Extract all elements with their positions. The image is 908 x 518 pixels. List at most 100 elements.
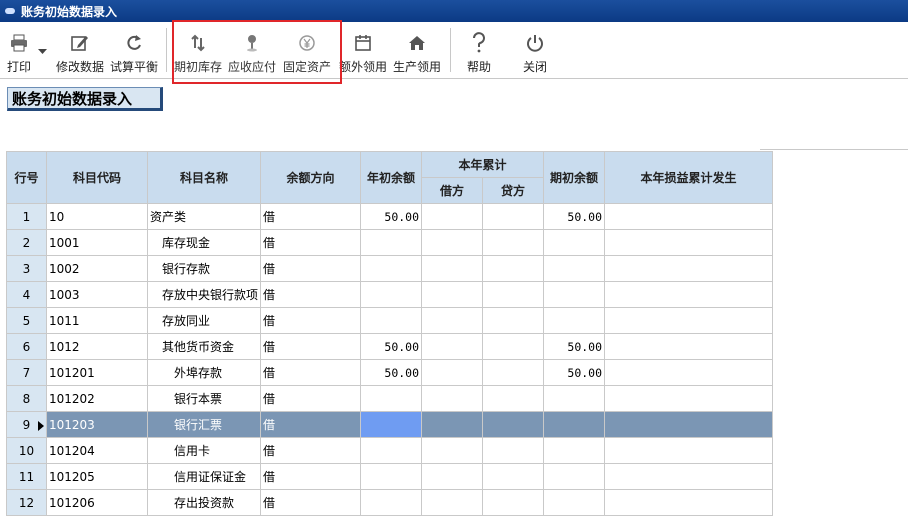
name-cell[interactable]: 银行存款 bbox=[146, 255, 262, 282]
direction-cell[interactable]: 借 bbox=[260, 463, 362, 490]
period-opening-cell[interactable] bbox=[543, 411, 606, 438]
name-cell[interactable]: 外埠存款 bbox=[146, 359, 262, 386]
debit-cell[interactable] bbox=[421, 281, 484, 308]
trial-balance-button[interactable]: 试算平衡 bbox=[108, 22, 160, 78]
col-header-direction[interactable]: 余额方向 bbox=[260, 151, 362, 204]
table-row[interactable]: 2 1001 库存现金 借 bbox=[6, 229, 774, 256]
table-row[interactable]: 1 10 资产类 借 50.00 50.00 bbox=[6, 203, 774, 230]
period-opening-cell[interactable] bbox=[543, 255, 606, 282]
code-cell[interactable]: 101201 bbox=[46, 359, 148, 386]
name-cell[interactable]: 存放同业 bbox=[146, 307, 262, 334]
row-number-cell[interactable]: 4 bbox=[6, 281, 47, 308]
pl-ytd-cell[interactable] bbox=[604, 463, 774, 490]
pl-ytd-cell[interactable] bbox=[604, 229, 774, 256]
opening-cell[interactable] bbox=[360, 489, 423, 516]
credit-cell[interactable] bbox=[482, 333, 545, 360]
pl-ytd-cell[interactable] bbox=[604, 255, 774, 282]
code-cell[interactable]: 101206 bbox=[46, 489, 148, 516]
direction-cell[interactable]: 借 bbox=[260, 385, 362, 412]
row-number-cell[interactable]: 9 bbox=[6, 411, 47, 438]
code-cell[interactable]: 101203 bbox=[46, 411, 148, 438]
row-number-cell[interactable]: 6 bbox=[6, 333, 47, 360]
extra-use-button[interactable]: 额外领用 bbox=[337, 22, 389, 78]
direction-cell[interactable]: 借 bbox=[260, 359, 362, 386]
credit-cell[interactable] bbox=[482, 463, 545, 490]
credit-cell[interactable] bbox=[482, 437, 545, 464]
table-row[interactable]: 7 101201 外埠存款 借 50.00 50.00 bbox=[6, 359, 774, 386]
opening-cell[interactable] bbox=[360, 411, 423, 438]
row-number-cell[interactable]: 3 bbox=[6, 255, 47, 282]
period-opening-cell[interactable] bbox=[543, 489, 606, 516]
table-row[interactable]: 11 101205 信用证保证金 借 bbox=[6, 463, 774, 490]
table-row[interactable]: 6 1012 其他货币资金 借 50.00 50.00 bbox=[6, 333, 774, 360]
row-number-cell[interactable]: 12 bbox=[6, 489, 47, 516]
edit-data-button[interactable]: 修改数据 bbox=[54, 22, 106, 78]
opening-cell[interactable] bbox=[360, 307, 423, 334]
period-opening-cell[interactable] bbox=[543, 307, 606, 334]
production-use-button[interactable]: 生产领用 bbox=[390, 22, 444, 78]
period-opening-cell[interactable] bbox=[543, 463, 606, 490]
name-cell[interactable]: 其他货币资金 bbox=[146, 333, 262, 360]
name-cell[interactable]: 银行本票 bbox=[146, 385, 262, 412]
table-row[interactable]: 10 101204 信用卡 借 bbox=[6, 437, 774, 464]
credit-cell[interactable] bbox=[482, 489, 545, 516]
name-cell[interactable]: 库存现金 bbox=[146, 229, 262, 256]
direction-cell[interactable]: 借 bbox=[260, 307, 362, 334]
direction-cell[interactable]: 借 bbox=[260, 489, 362, 516]
credit-cell[interactable] bbox=[482, 281, 545, 308]
period-opening-cell[interactable]: 50.00 bbox=[543, 203, 606, 230]
row-number-cell[interactable]: 11 bbox=[6, 463, 47, 490]
col-header-period-opening[interactable]: 期初余额 bbox=[543, 151, 606, 204]
name-cell[interactable]: 银行汇票 bbox=[146, 411, 262, 438]
print-button[interactable]: 打印 bbox=[4, 22, 34, 78]
debit-cell[interactable] bbox=[421, 307, 484, 334]
period-opening-cell[interactable] bbox=[543, 281, 606, 308]
row-number-cell[interactable]: 1 bbox=[6, 203, 47, 230]
table-row[interactable]: 12 101206 存出投资款 借 bbox=[6, 489, 774, 516]
code-cell[interactable]: 101202 bbox=[46, 385, 148, 412]
direction-cell[interactable]: 借 bbox=[260, 203, 362, 230]
receivable-payable-button[interactable]: 应收应付 bbox=[226, 22, 278, 78]
period-opening-cell[interactable] bbox=[543, 229, 606, 256]
credit-cell[interactable] bbox=[482, 359, 545, 386]
pl-ytd-cell[interactable] bbox=[604, 203, 774, 230]
period-opening-cell[interactable]: 50.00 bbox=[543, 333, 606, 360]
opening-cell[interactable] bbox=[360, 255, 423, 282]
name-cell[interactable]: 信用卡 bbox=[146, 437, 262, 464]
table-row[interactable]: 5 1011 存放同业 借 bbox=[6, 307, 774, 334]
debit-cell[interactable] bbox=[421, 411, 484, 438]
col-header-row-no[interactable]: 行号 bbox=[6, 151, 47, 204]
code-cell[interactable]: 101205 bbox=[46, 463, 148, 490]
name-cell[interactable]: 存出投资款 bbox=[146, 489, 262, 516]
row-number-cell[interactable]: 7 bbox=[6, 359, 47, 386]
opening-cell[interactable] bbox=[360, 281, 423, 308]
credit-cell[interactable] bbox=[482, 385, 545, 412]
opening-cell[interactable]: 50.00 bbox=[360, 203, 423, 230]
close-button[interactable]: 关闭 bbox=[518, 22, 552, 78]
name-cell[interactable]: 存放中央银行款项 bbox=[146, 281, 262, 308]
fixed-assets-button[interactable]: 固定资产 bbox=[280, 22, 334, 78]
col-header-credit[interactable]: 贷方 bbox=[482, 177, 545, 204]
code-cell[interactable]: 101204 bbox=[46, 437, 148, 464]
pl-ytd-cell[interactable] bbox=[604, 281, 774, 308]
code-cell[interactable]: 1011 bbox=[46, 307, 148, 334]
debit-cell[interactable] bbox=[421, 385, 484, 412]
table-row[interactable]: 9 101203 银行汇票 借 bbox=[6, 411, 774, 438]
code-cell[interactable]: 10 bbox=[46, 203, 148, 230]
row-number-cell[interactable]: 2 bbox=[6, 229, 47, 256]
debit-cell[interactable] bbox=[421, 489, 484, 516]
credit-cell[interactable] bbox=[482, 203, 545, 230]
table-row[interactable]: 3 1002 银行存款 借 bbox=[6, 255, 774, 282]
debit-cell[interactable] bbox=[421, 359, 484, 386]
code-cell[interactable]: 1012 bbox=[46, 333, 148, 360]
col-header-debit[interactable]: 借方 bbox=[421, 177, 484, 204]
print-dropdown-icon[interactable] bbox=[38, 44, 47, 58]
direction-cell[interactable]: 借 bbox=[260, 281, 362, 308]
pl-ytd-cell[interactable] bbox=[604, 307, 774, 334]
row-number-cell[interactable]: 5 bbox=[6, 307, 47, 334]
table-row[interactable]: 4 1003 存放中央银行款项借 bbox=[6, 281, 774, 308]
direction-cell[interactable]: 借 bbox=[260, 411, 362, 438]
code-cell[interactable]: 1002 bbox=[46, 255, 148, 282]
direction-cell[interactable]: 借 bbox=[260, 333, 362, 360]
pl-ytd-cell[interactable] bbox=[604, 385, 774, 412]
